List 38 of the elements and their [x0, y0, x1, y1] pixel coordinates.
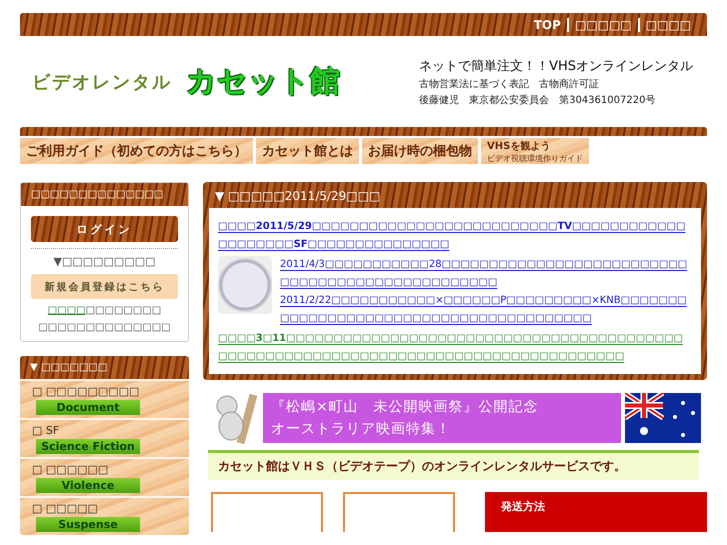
logo-subtitle: ビデオレンタル — [32, 70, 172, 94]
text-link[interactable]: □□□□ — [48, 305, 86, 316]
category-link[interactable]: Document — [36, 400, 140, 415]
nav-tab[interactable]: カセット館とは — [256, 138, 359, 164]
category-link[interactable]: Violence — [36, 478, 140, 493]
member-note: ▼□□□□□□□□□ — [54, 255, 156, 268]
promo-banner[interactable]: 『松嶋×町山 未公開映画祭』公開記念 オーストラリア映画特集！ — [263, 393, 621, 443]
panel-title: □□□□□□□□□□□□□□ — [21, 183, 188, 206]
news-link[interactable]: □□□□2011/5/29□□□□□□□□□□□□□□□□□□□□□□□□□□TV□□□□□□□□□□□□□□□□□□□□SF□□□□□□□□□□□□□□□ — [218, 218, 692, 254]
category-name: □ □□□□□ — [32, 502, 99, 515]
news-link[interactable]: 2011/2/22□□□□□□□□□□□×□□□□□□P□□□□□□□□□×KNB□□□□□□□□□□□□□□□□□□□□□□□□□□□□□□□□□□□□□□□□ — [280, 292, 692, 328]
top-nav-link[interactable]: □□□□□ — [566, 18, 638, 32]
catch-copy: ネットで簡単注文！！VHSオンラインレンタル — [419, 58, 693, 74]
panel-title: ▼ □□□□□□□ — [20, 356, 189, 379]
top-nav-link[interactable]: TOP — [528, 18, 567, 32]
flag-icon — [625, 393, 701, 443]
category-link[interactable]: Science Fiction — [36, 439, 140, 454]
register-button[interactable]: 新規会員登録はこちら — [31, 274, 178, 299]
member-text: □□□□□□□□□□□□□□ — [38, 322, 171, 333]
nav-tab[interactable]: VHSを観よう ビデオ視聴環境作りガイド — [481, 138, 589, 164]
news-link[interactable]: 2011/4/3□□□□□□□□□□□28□□□□□□□□□□□□□□□□□□□□□□□□□□□□□□□□□□□□□□□□□□□□□□□□□ — [280, 256, 692, 292]
nav-tab[interactable]: ご利用ガイド（初めての方はこちら） — [20, 138, 253, 164]
tagline-banner: カセット館はＶＨＳ（ビデオテープ）のオンラインレンタルサービスです。 — [208, 450, 699, 480]
notice-link[interactable]: □□□□3□11□□□□□□□□□□□□□□□□□□□□□□□□□□□□□□□□□□□□□□□□□□□□□□□□□□□□□□□□□□□□□□□□□□□□□□□□□□□□□□□□□□□□□ — [218, 330, 692, 366]
login-button[interactable]: ログイン — [31, 216, 178, 242]
category-link[interactable]: Suspense — [36, 517, 140, 532]
category-name: □ □□□□□□ — [32, 463, 110, 476]
license-text: 古物営業法に基づく表記 古物商許可証 — [419, 78, 600, 90]
category-name: □ SF — [32, 424, 60, 437]
category-name: □ □□□□□□□□□ — [32, 385, 140, 398]
thumbnail-placeholder — [218, 256, 272, 314]
shipping-title: 発送方法 — [501, 500, 545, 513]
member-text: □□□□□□□□□□□□ — [48, 305, 162, 316]
license-text: 後藤健児 東京都公安委員会 第304361007220号 — [419, 94, 656, 106]
logo-title: カセット館 — [186, 63, 340, 101]
nav-tab[interactable]: お届け時の梱包物 — [362, 138, 478, 164]
top-nav-link[interactable]: □□□□ — [638, 18, 697, 32]
news-title: ▼ □□□□□2011/5/29□□□ — [214, 188, 382, 205]
